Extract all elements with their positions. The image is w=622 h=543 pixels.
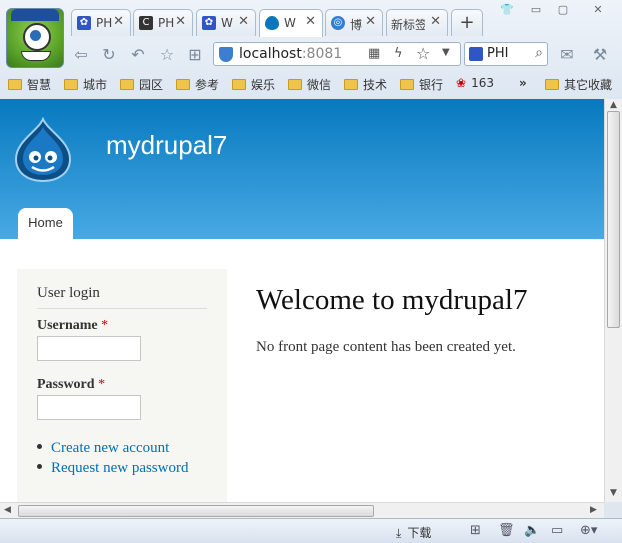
- block-title: User login: [37, 285, 100, 301]
- scroll-up-icon[interactable]: ▲: [610, 100, 617, 110]
- lightning-icon[interactable]: ϟ: [394, 46, 403, 61]
- maximize-icon[interactable]: ▢: [551, 2, 575, 18]
- close-tab-icon[interactable]: ✕: [430, 14, 441, 29]
- new-tab-button[interactable]: +: [451, 9, 483, 36]
- paw-icon: ✿: [202, 16, 216, 30]
- site-header: mydrupal7 Home: [0, 99, 604, 239]
- status-bar: ⤓ 下载 ⊞ 🗑 🔈 ▭ ⊕▾: [0, 518, 622, 543]
- create-account-link[interactable]: Create new account: [37, 440, 169, 457]
- netease-icon: ❀: [456, 76, 467, 90]
- close-tab-icon[interactable]: ✕: [305, 14, 316, 29]
- scroll-left-icon[interactable]: ◀: [4, 505, 11, 515]
- folder-icon: [8, 79, 22, 90]
- request-password-link[interactable]: Request new password: [37, 460, 188, 477]
- tab-4-active[interactable]: W ✕: [259, 9, 323, 37]
- globe-icon: ◎: [331, 16, 345, 30]
- skin-icon[interactable]: 👕: [495, 2, 519, 18]
- browser-chrome: ✿ PH ✕ C PH ✕ ✿ W ✕ W ✕ ◎ 博 ✕ 新标签 ✕ + 👕 …: [0, 0, 622, 100]
- bookmark-folder[interactable]: 微信: [288, 76, 331, 92]
- bookmark-folder[interactable]: 城市: [64, 76, 107, 92]
- bookmark-folder[interactable]: 智慧: [8, 76, 51, 92]
- more-bookmarks-button[interactable]: »: [519, 76, 527, 92]
- search-icon[interactable]: ⌕: [535, 45, 543, 61]
- add-icon[interactable]: ⊞: [470, 523, 481, 538]
- bookmark-folder[interactable]: 银行: [400, 76, 443, 92]
- page-title: Welcome to mydrupal7: [256, 284, 528, 316]
- drupal-logo-icon[interactable]: [12, 117, 74, 183]
- tab-5[interactable]: ◎ 博 ✕: [325, 9, 383, 36]
- bookmark-star-icon[interactable]: ☆: [416, 44, 430, 63]
- close-tab-icon[interactable]: ✕: [238, 14, 249, 29]
- vertical-scroll-thumb[interactable]: [607, 111, 620, 328]
- horizontal-scrollbar[interactable]: ◀ ▶: [0, 502, 604, 518]
- password-label: Password *: [37, 377, 106, 392]
- username-input[interactable]: [37, 336, 141, 361]
- tab-3[interactable]: ✿ W ✕: [196, 9, 256, 36]
- bookmark-folder[interactable]: 园区: [120, 76, 163, 92]
- password-input[interactable]: [37, 395, 141, 420]
- empty-content-message: No front page content has been created y…: [256, 339, 516, 355]
- zoom-icon[interactable]: ⊕▾: [580, 523, 597, 538]
- vertical-scrollbar[interactable]: ▲ ▼: [604, 99, 622, 502]
- cnblogs-icon: C: [139, 16, 153, 30]
- minimize-icon[interactable]: ▭: [524, 2, 548, 18]
- tools-wrench-icon[interactable]: ⚒: [589, 44, 611, 66]
- bookmark-folder[interactable]: 参考: [176, 76, 219, 92]
- folder-icon: [120, 79, 134, 90]
- back-icon[interactable]: ⇦: [70, 44, 92, 66]
- home-tab[interactable]: Home: [18, 208, 73, 239]
- paw-icon: ✿: [77, 16, 91, 30]
- address-bar[interactable]: localhost:8081 ▦ ϟ ☆ ▼: [213, 42, 461, 66]
- sound-icon[interactable]: 🔈: [524, 523, 540, 538]
- search-box[interactable]: PHI ⌕: [464, 42, 548, 66]
- close-tab-icon[interactable]: ✕: [365, 14, 376, 29]
- site-name[interactable]: mydrupal7: [106, 130, 227, 161]
- horizontal-scroll-thumb[interactable]: [18, 505, 374, 517]
- username-label: Username *: [37, 318, 109, 333]
- apps-grid-icon[interactable]: ⊞: [184, 44, 206, 66]
- trash-icon[interactable]: 🗑: [498, 523, 515, 538]
- bookmark-folder[interactable]: 技术: [344, 76, 387, 92]
- folder-icon: [400, 79, 414, 90]
- folder-icon: [545, 79, 559, 90]
- url-text[interactable]: localhost:8081: [239, 46, 342, 62]
- download-button[interactable]: ⤓ 下载: [396, 524, 431, 541]
- close-tab-icon[interactable]: ✕: [113, 14, 124, 29]
- folder-icon: [176, 79, 190, 90]
- bookmark-folder[interactable]: 娱乐: [232, 76, 275, 92]
- bookmark-163[interactable]: ❀ 163: [456, 76, 494, 92]
- search-engine-icon: [469, 47, 483, 61]
- favorite-star-icon[interactable]: ☆: [156, 44, 178, 66]
- scroll-right-icon[interactable]: ▶: [590, 505, 597, 515]
- mail-icon[interactable]: ✉: [556, 44, 578, 66]
- bookmark-folder-other[interactable]: 其它收藏: [545, 76, 612, 92]
- folder-icon: [64, 79, 78, 90]
- scroll-down-icon[interactable]: ▼: [610, 488, 617, 498]
- tab-2[interactable]: C PH ✕: [133, 9, 193, 36]
- folder-icon: [288, 79, 302, 90]
- drupal-icon: [265, 16, 279, 30]
- user-login-block: User login Username * Password * Create …: [17, 269, 227, 502]
- tab-1[interactable]: ✿ PH ✕: [71, 9, 131, 36]
- close-tab-icon[interactable]: ✕: [175, 14, 186, 29]
- qr-code-icon[interactable]: ▦: [368, 46, 380, 61]
- tab-6[interactable]: 新标签 ✕: [386, 9, 448, 36]
- dropdown-arrow-icon[interactable]: ▼: [442, 47, 450, 58]
- close-window-icon[interactable]: ✕: [586, 2, 610, 18]
- undo-icon[interactable]: ↶: [127, 44, 149, 66]
- folder-icon: [344, 79, 358, 90]
- refresh-icon[interactable]: ↻: [98, 44, 120, 66]
- download-icon: ⤓: [396, 526, 402, 540]
- screen-icon[interactable]: ▭: [551, 523, 563, 538]
- user-avatar[interactable]: [6, 8, 64, 68]
- search-input[interactable]: PHI: [487, 46, 508, 61]
- divider: [37, 308, 207, 309]
- page-viewport: mydrupal7 Home User login Username * Pas…: [0, 99, 604, 502]
- folder-icon: [232, 79, 246, 90]
- shield-icon: [219, 47, 233, 62]
